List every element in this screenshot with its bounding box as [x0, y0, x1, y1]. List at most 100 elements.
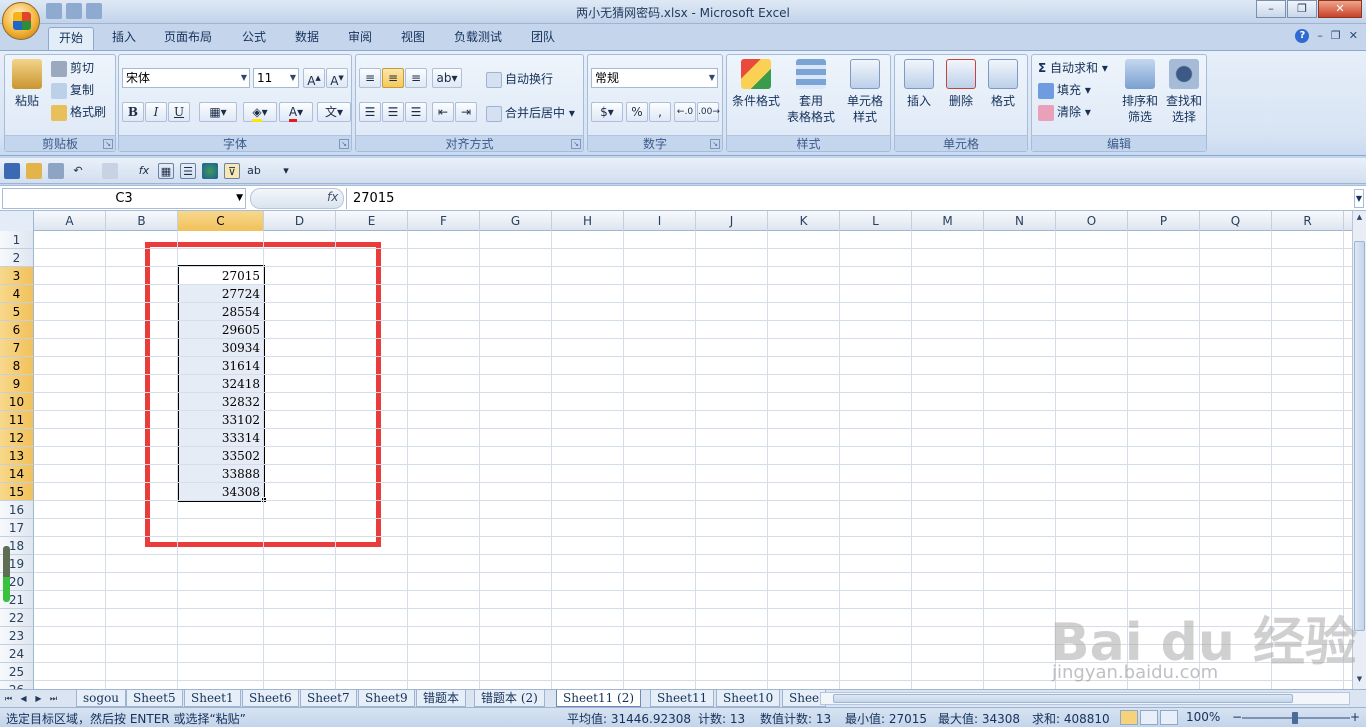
tab-data[interactable]: 数据	[285, 27, 329, 50]
row-header-5[interactable]: 5	[0, 303, 34, 321]
insert-cells-button[interactable]: 插入	[899, 59, 939, 109]
column-header-d[interactable]: D	[264, 211, 336, 231]
number-format-select[interactable]: 常规 ▼	[591, 68, 718, 88]
sheet-tab-5[interactable]: Sheet9	[358, 690, 415, 707]
fx-icon[interactable]: fx	[327, 190, 338, 204]
shrink-font-button[interactable]: A▼	[326, 68, 348, 88]
copy-button[interactable]: 复制	[51, 81, 94, 99]
zoom-level[interactable]: 100%	[1186, 710, 1220, 724]
filter-icon[interactable]: ⊽	[224, 163, 240, 179]
scroll-up-icon[interactable]: ▲	[1354, 213, 1365, 225]
row-header-8[interactable]: 8	[0, 357, 34, 375]
conditional-format-button[interactable]: 条件格式	[730, 59, 782, 109]
restore-button[interactable]: ❐	[1287, 0, 1317, 18]
prev-sheet-icon[interactable]: ◀	[17, 692, 30, 705]
select-all-corner[interactable]	[0, 211, 34, 231]
tab-review[interactable]: 审阅	[338, 27, 382, 50]
undo-icon[interactable]: ↶	[70, 163, 86, 179]
sheet-tab-8[interactable]: Sheet11 (2)	[556, 690, 642, 707]
align-center-button[interactable]: ☰	[382, 102, 404, 122]
sheet-tab-10[interactable]: Sheet10	[716, 690, 781, 707]
cell-styles-button[interactable]: 单元格 样式	[839, 59, 891, 125]
sheet-tab-4[interactable]: Sheet7	[300, 690, 357, 707]
zoom-slider[interactable]: − +	[1232, 710, 1360, 724]
column-header-i[interactable]: I	[624, 211, 696, 231]
horizontal-scroll-thumb[interactable]	[833, 694, 1293, 703]
column-header-l[interactable]: L	[840, 211, 912, 231]
row-header-24[interactable]: 24	[0, 645, 34, 663]
grow-font-button[interactable]: A▲	[303, 68, 325, 88]
bold-button[interactable]: B	[122, 102, 144, 122]
align-bottom-button[interactable]: ≡	[405, 68, 427, 88]
clear-button[interactable]: 清除 ▾	[1038, 103, 1091, 121]
tab-insert[interactable]: 插入	[102, 27, 146, 50]
expand-formula-bar-icon[interactable]: ▼	[1354, 189, 1364, 208]
increase-decimal-button[interactable]: ←.0	[674, 102, 696, 122]
office-button[interactable]	[2, 2, 40, 40]
row-header-26[interactable]: 26	[0, 681, 34, 689]
decrease-decimal-button[interactable]: .00→	[697, 102, 720, 122]
name-box-dropdown-icon[interactable]: ▼	[236, 189, 243, 208]
row-header-11[interactable]: 11	[0, 411, 34, 429]
column-header-k[interactable]: K	[768, 211, 840, 231]
row-header-6[interactable]: 6	[0, 321, 34, 339]
row-header-16[interactable]: 16	[0, 501, 34, 519]
column-header-g[interactable]: G	[480, 211, 552, 231]
column-header-r[interactable]: R	[1272, 211, 1344, 231]
currency-button[interactable]: $▾	[591, 102, 623, 122]
fill-button[interactable]: 填充 ▾	[1038, 81, 1091, 99]
column-header-o[interactable]: O	[1056, 211, 1128, 231]
column-header-n[interactable]: N	[984, 211, 1056, 231]
ribbon-close-icon[interactable]: ✕	[1349, 29, 1358, 43]
tab-team[interactable]: 团队	[521, 27, 565, 50]
tab-page-layout[interactable]: 页面布局	[154, 27, 222, 50]
draw-border-icon[interactable]	[102, 163, 118, 179]
first-sheet-icon[interactable]: ⏮	[2, 692, 15, 705]
column-header-p[interactable]: P	[1128, 211, 1200, 231]
tab-view[interactable]: 视图	[391, 27, 435, 50]
open-folder-icon[interactable]	[26, 163, 42, 179]
insert-function-icon[interactable]: fx	[136, 163, 152, 179]
align-right-button[interactable]: ☰	[405, 102, 427, 122]
customize-toolbar-icon[interactable]: ▾	[278, 163, 294, 179]
orientation-button[interactable]: ab▾	[432, 68, 462, 88]
increase-indent-button[interactable]: ⇥	[455, 102, 477, 122]
scroll-down-icon[interactable]: ▼	[1354, 675, 1365, 687]
row-header-10[interactable]: 10	[0, 393, 34, 411]
number-launcher-icon[interactable]: ↘	[710, 139, 720, 149]
decrease-indent-button[interactable]: ⇤	[432, 102, 454, 122]
rows-icon[interactable]: ☰	[180, 163, 196, 179]
page-break-view-icon[interactable]	[1160, 710, 1178, 725]
column-header-b[interactable]: B	[106, 211, 178, 231]
row-header-25[interactable]: 25	[0, 663, 34, 681]
autosum-button[interactable]: Σ 自动求和 ▾	[1038, 59, 1108, 76]
minimize-button[interactable]: –	[1256, 0, 1286, 18]
zoom-in-icon[interactable]: +	[1350, 710, 1360, 724]
paste-button[interactable]: 粘贴	[9, 59, 45, 109]
sheet-tab-3[interactable]: Sheet6	[242, 690, 299, 707]
column-header-q[interactable]: Q	[1200, 211, 1272, 231]
font-size-select[interactable]: 11 ▼	[253, 68, 299, 88]
alignment-launcher-icon[interactable]: ↘	[571, 139, 581, 149]
orientation-icon[interactable]: ab	[246, 163, 262, 179]
format-cells-button[interactable]: 格式	[983, 59, 1023, 109]
cut-button[interactable]: 剪切	[51, 59, 94, 77]
grid-icon[interactable]: ▦	[158, 163, 174, 179]
globe-icon[interactable]	[202, 163, 218, 179]
italic-button[interactable]: I	[145, 102, 167, 122]
comma-button[interactable]: ,	[649, 102, 671, 122]
sheet-tab-1[interactable]: Sheet5	[126, 690, 183, 707]
percent-button[interactable]: %	[626, 102, 648, 122]
last-sheet-icon[interactable]: ⏭	[47, 692, 60, 705]
help-icon[interactable]: ?	[1295, 29, 1310, 43]
row-header-15[interactable]: 15	[0, 483, 34, 501]
tab-formulas[interactable]: 公式	[232, 27, 276, 50]
tab-load-test[interactable]: 负载测试	[444, 27, 512, 50]
sheet-tab-9[interactable]: Sheet11	[650, 690, 715, 707]
next-sheet-icon[interactable]: ▶	[32, 692, 45, 705]
column-header-a[interactable]: A	[34, 211, 106, 231]
format-as-table-button[interactable]: 套用 表格格式	[785, 59, 837, 125]
font-name-select[interactable]: 宋体 ▼	[122, 68, 250, 88]
underline-button[interactable]: U	[168, 102, 190, 122]
row-header-1[interactable]: 1	[0, 231, 34, 249]
